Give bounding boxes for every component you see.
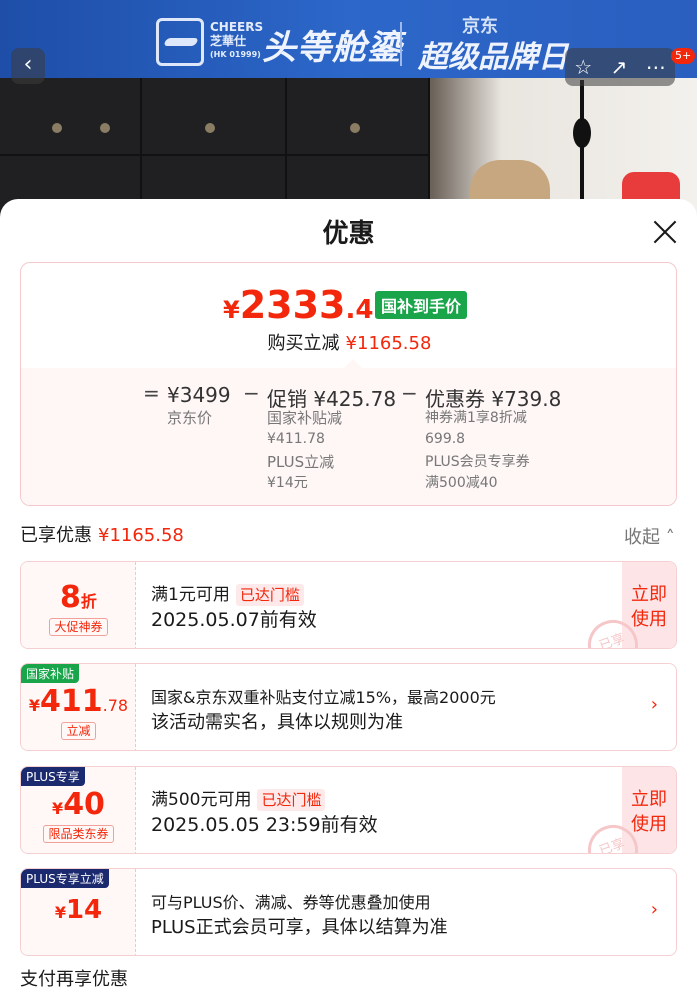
star-icon[interactable]: ☆ (574, 55, 592, 79)
enjoyed-discount: 已享优惠 ¥1165.58 (20, 525, 184, 546)
coupon-card-plus-cut[interactable]: PLUS专享立减 ¥14 可与PLUS价、满减、券等优惠叠加使用 PLUS正式会… (20, 868, 677, 956)
threshold-badge: 已达门槛 (257, 789, 326, 811)
subsidy-value: ¥411.78 (28, 684, 129, 719)
share-icon[interactable]: ↗ (611, 55, 628, 79)
coupon-detail-3: PLUS会员专享券 (425, 454, 530, 470)
final-price: ¥2333.42 (223, 283, 392, 327)
plus-coupon-condition: 满500元可用 已达门槛 (151, 785, 326, 811)
airplane-logo-icon (156, 18, 204, 66)
product-background: CHEERS 芝華仕 (HK 01999) 头等舱鎏 京东 超级品牌日 ‹ ☆ … (0, 0, 697, 230)
coupon-card-promo: 8折 大促神券 满1元可用 已达门槛 2025.05.07前有效 立即 使用 已享 (20, 561, 677, 649)
coupon-detail-2: 699.8 (425, 431, 466, 447)
plus-tag: PLUS专享 (21, 767, 85, 786)
brand-name-cn: 芝華仕 (210, 34, 247, 48)
jd-price-label: 京东价 (167, 409, 213, 427)
subsidy-description: 国家&京东双重补贴支付立减15%，最高2000元 (151, 688, 496, 707)
subsidy-note: 该活动需实名，具体以规则为准 (151, 712, 403, 733)
coupon-condition: 满1元可用 已达门槛 (151, 580, 304, 606)
minus-sign: − (243, 381, 260, 405)
coupon-detail-4: 满500减40 (425, 475, 498, 491)
more-icon[interactable]: ⋯ (646, 55, 666, 79)
subsidy-type-label: 立减 (61, 722, 96, 740)
plus-coupon-type-label: 限品类东券 (43, 825, 114, 843)
coupon-value: 8折 (60, 580, 97, 615)
jd-price: ¥3499 (167, 383, 231, 407)
top-actions: ☆ ↗ ⋯ (565, 48, 675, 86)
price-summary: ¥2333.42 国补到手价 购买立减 ¥1165.58 = ¥3499 京东价 … (20, 262, 677, 506)
coupon-validity: 2025.05.07前有效 (151, 609, 317, 631)
discount-sheet: 优惠 ¥2333.42 国补到手价 购买立减 ¥1165.58 = ¥3499 京… (0, 199, 697, 990)
chevron-left-icon: ‹ (23, 52, 33, 77)
coupon-detail-1: 神券满1享8折减 (425, 410, 527, 426)
back-button[interactable]: ‹ (11, 48, 45, 84)
brand-code: (HK 01999) (210, 50, 261, 59)
chevron-right-icon: › (650, 899, 658, 920)
brand-name-en: CHEERS (210, 20, 264, 34)
plus-cut-tag: PLUS专享立减 (21, 869, 109, 888)
promo-detail-2: ¥411.78 (267, 431, 325, 447)
collapse-button[interactable]: 收起 ˄ (624, 523, 675, 549)
threshold-badge: 已达门槛 (235, 584, 304, 606)
minus-sign-2: − (401, 381, 418, 405)
banner-slogan: 头等舱鎏 (262, 28, 402, 68)
coupon-card-subsidy[interactable]: 国家补贴 ¥411.78 立减 国家&京东双重补贴支付立减15%，最高2000元… (20, 663, 677, 751)
banner-event: 超级品牌日 (418, 40, 568, 75)
close-icon[interactable] (650, 217, 680, 247)
final-price-tag: 国补到手价 (375, 291, 468, 319)
plus-cut-description: 可与PLUS价、满减、券等优惠叠加使用 (151, 893, 431, 912)
plus-coupon-validity: 2025.05.05 23:59前有效 (151, 814, 378, 836)
message-badge: 5+ (671, 48, 696, 64)
chevron-up-icon: ˄ (665, 527, 675, 548)
promo-detail-1: 国家补贴减 (267, 409, 343, 427)
plus-cut-note: PLUS正式会员可享，具体以结算为准 (151, 917, 448, 938)
equals-sign: = (143, 381, 160, 405)
sheet-title: 优惠 (322, 219, 375, 249)
promo-detail-3: PLUS立减 (267, 453, 335, 471)
plus-coupon-value: ¥40 (52, 787, 105, 822)
subsidy-tag: 国家补贴 (21, 664, 80, 683)
coupon-type-label: 大促神券 (49, 618, 108, 636)
pay-more-discount-heading: 支付再享优惠 (20, 969, 128, 990)
plus-cut-value: ¥14 (54, 895, 103, 925)
instant-cut: 购买立减 ¥1165.58 (267, 333, 432, 354)
coupon-card-plus: PLUS专享 ¥40 限品类东券 满500元可用 已达门槛 2025.05.05 … (20, 766, 677, 854)
promo-detail-4: ¥14元 (267, 475, 308, 491)
chevron-right-icon: › (650, 694, 658, 715)
